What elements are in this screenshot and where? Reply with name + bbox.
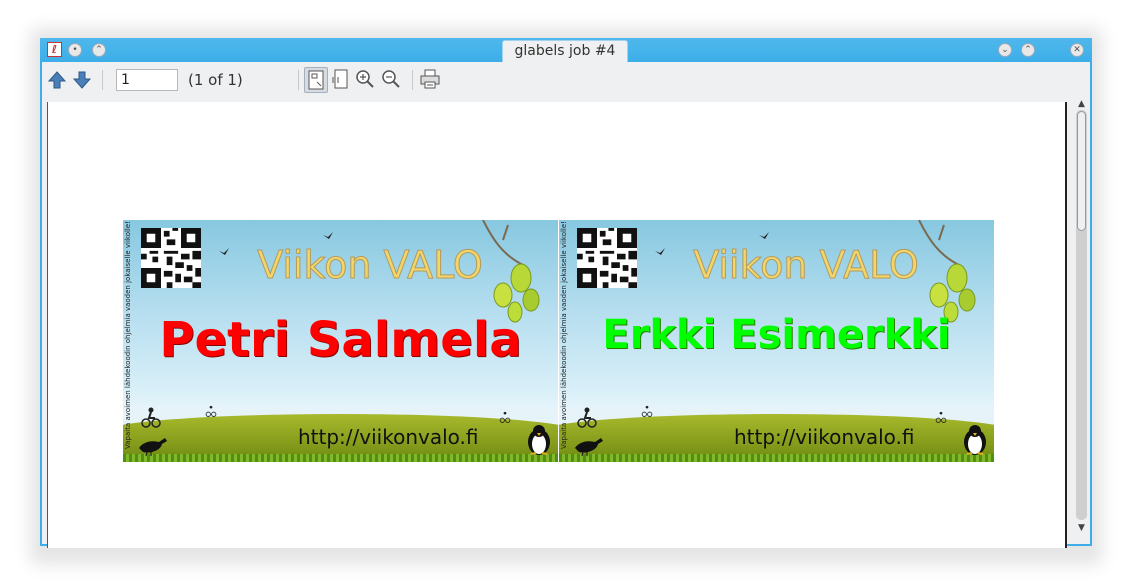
zoom-in-icon[interactable] bbox=[354, 67, 378, 93]
viikon-valo-logo: Viikon VALO bbox=[257, 243, 484, 288]
side-slogan: Vapaita avoimen lähdekoodin ohjelmia vao… bbox=[124, 221, 132, 449]
zoom-out-icon[interactable] bbox=[380, 67, 404, 93]
print-icon[interactable] bbox=[418, 67, 442, 93]
qr-code-icon bbox=[577, 228, 637, 288]
label-card: Viikon VALO Petri Salmela http://viikonv… bbox=[123, 220, 558, 462]
qr-code-icon bbox=[141, 228, 201, 288]
cyclist-icon bbox=[141, 407, 161, 428]
vertical-scrollbar[interactable]: ▲ ▼ bbox=[1073, 98, 1090, 544]
cyclist-icon bbox=[641, 405, 653, 417]
bird-icon bbox=[655, 248, 665, 255]
next-page-icon[interactable] bbox=[72, 70, 92, 90]
scroll-up-icon[interactable]: ▲ bbox=[1075, 98, 1088, 110]
penguin-icon bbox=[528, 425, 550, 455]
window-title: glabels job #4 bbox=[502, 40, 628, 62]
grass-strip bbox=[559, 454, 994, 462]
window-menu-icon[interactable]: • bbox=[68, 43, 82, 57]
print-preview-window: ℓ • ⌃ glabels job #4 ⌄ ⌃ ✕ (1 of 1) bbox=[40, 38, 1092, 548]
grass-strip bbox=[123, 454, 558, 462]
svg-text:Viikon VALO: Viikon VALO bbox=[257, 243, 483, 287]
viikon-valo-logo: Viikon VALO bbox=[693, 243, 920, 288]
fit-width-icon[interactable] bbox=[330, 67, 354, 93]
keep-above-icon[interactable]: ⌃ bbox=[92, 43, 106, 57]
glabels-icon[interactable]: ℓ bbox=[47, 42, 62, 57]
penguin-icon bbox=[964, 425, 986, 455]
close-button[interactable]: ✕ bbox=[1070, 43, 1084, 57]
scroll-down-icon[interactable]: ▼ bbox=[1075, 522, 1088, 534]
preview-area: Viikon VALO Petri Salmela http://viikonv… bbox=[42, 98, 1090, 548]
website-url: http://viikonvalo.fi bbox=[734, 425, 915, 449]
recipient-name: Erkki Esimerkki bbox=[602, 312, 951, 358]
recipient-name: Petri Salmela bbox=[159, 312, 522, 368]
scrollbar-thumb[interactable] bbox=[1077, 111, 1086, 231]
blackbird-icon bbox=[575, 438, 603, 456]
toolbar-separator bbox=[412, 70, 413, 90]
previous-page-icon[interactable] bbox=[47, 70, 67, 90]
cyclist-icon bbox=[499, 411, 511, 423]
cyclist-icon bbox=[935, 411, 947, 423]
toolbar-separator bbox=[298, 70, 299, 90]
website-url: http://viikonvalo.fi bbox=[298, 425, 479, 449]
label-card: Viikon VALO Erkki Esimerkki http://viiko… bbox=[559, 220, 994, 462]
maximize-button[interactable]: ⌃ bbox=[1021, 43, 1035, 57]
page-number-input[interactable] bbox=[116, 69, 178, 91]
blackbird-icon bbox=[139, 438, 167, 456]
toolbar-separator bbox=[102, 70, 103, 90]
svg-text:Viikon VALO: Viikon VALO bbox=[693, 243, 919, 287]
preview-canvas[interactable]: Viikon VALO Petri Salmela http://viikonv… bbox=[47, 102, 1067, 548]
title-bar[interactable]: ℓ • ⌃ glabels job #4 ⌄ ⌃ ✕ bbox=[40, 38, 1092, 62]
minimize-button[interactable]: ⌄ bbox=[998, 43, 1012, 57]
side-slogan: Vapaita avoimen lähdekoodin ohjelmia vao… bbox=[560, 221, 568, 449]
cyclist-icon bbox=[205, 405, 217, 417]
fit-page-icon[interactable] bbox=[304, 67, 328, 93]
toolbar: (1 of 1) bbox=[42, 62, 1090, 98]
bird-icon bbox=[219, 248, 229, 255]
cyclist-icon bbox=[577, 407, 597, 428]
page-count: (1 of 1) bbox=[188, 71, 243, 89]
